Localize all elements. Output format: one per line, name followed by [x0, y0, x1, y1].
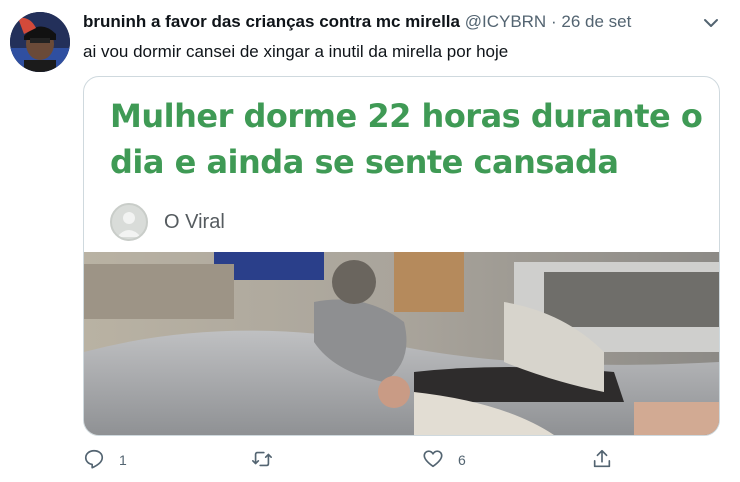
- retweet-button[interactable]: [251, 446, 287, 474]
- like-button[interactable]: 6: [422, 446, 466, 474]
- tweet-header: bruninh a favor das crianças contra mc m…: [83, 12, 720, 36]
- reply-count: 1: [119, 452, 127, 468]
- card-headline[interactable]: Mulher dorme 22 horas durante o dia e ai…: [110, 93, 710, 185]
- tweet-text: ai vou dormir cansei de xingar a inutil …: [83, 42, 509, 61]
- chevron-down-icon[interactable]: [702, 14, 720, 32]
- avatar[interactable]: [10, 12, 70, 72]
- like-count: 6: [458, 452, 466, 468]
- source-avatar-icon: [110, 203, 148, 241]
- source-name: O Viral: [164, 210, 225, 233]
- link-card[interactable]: Mulher dorme 22 horas durante o dia e ai…: [83, 76, 720, 436]
- card-source: O Viral: [110, 202, 225, 242]
- card-photo[interactable]: [84, 252, 719, 435]
- separator-dot: ·: [550, 12, 557, 31]
- reply-button[interactable]: 1: [83, 446, 127, 474]
- tweet-date[interactable]: 26 de set: [561, 12, 631, 31]
- tweet-actions: 1 6: [83, 446, 643, 476]
- like-icon: [422, 448, 444, 473]
- share-button[interactable]: [591, 446, 613, 474]
- user-handle[interactable]: @ICYBRN: [465, 12, 547, 31]
- retweet-icon: [251, 448, 273, 473]
- share-icon: [591, 448, 613, 473]
- reply-icon: [83, 448, 105, 473]
- display-name[interactable]: bruninh a favor das crianças contra mc m…: [83, 12, 460, 31]
